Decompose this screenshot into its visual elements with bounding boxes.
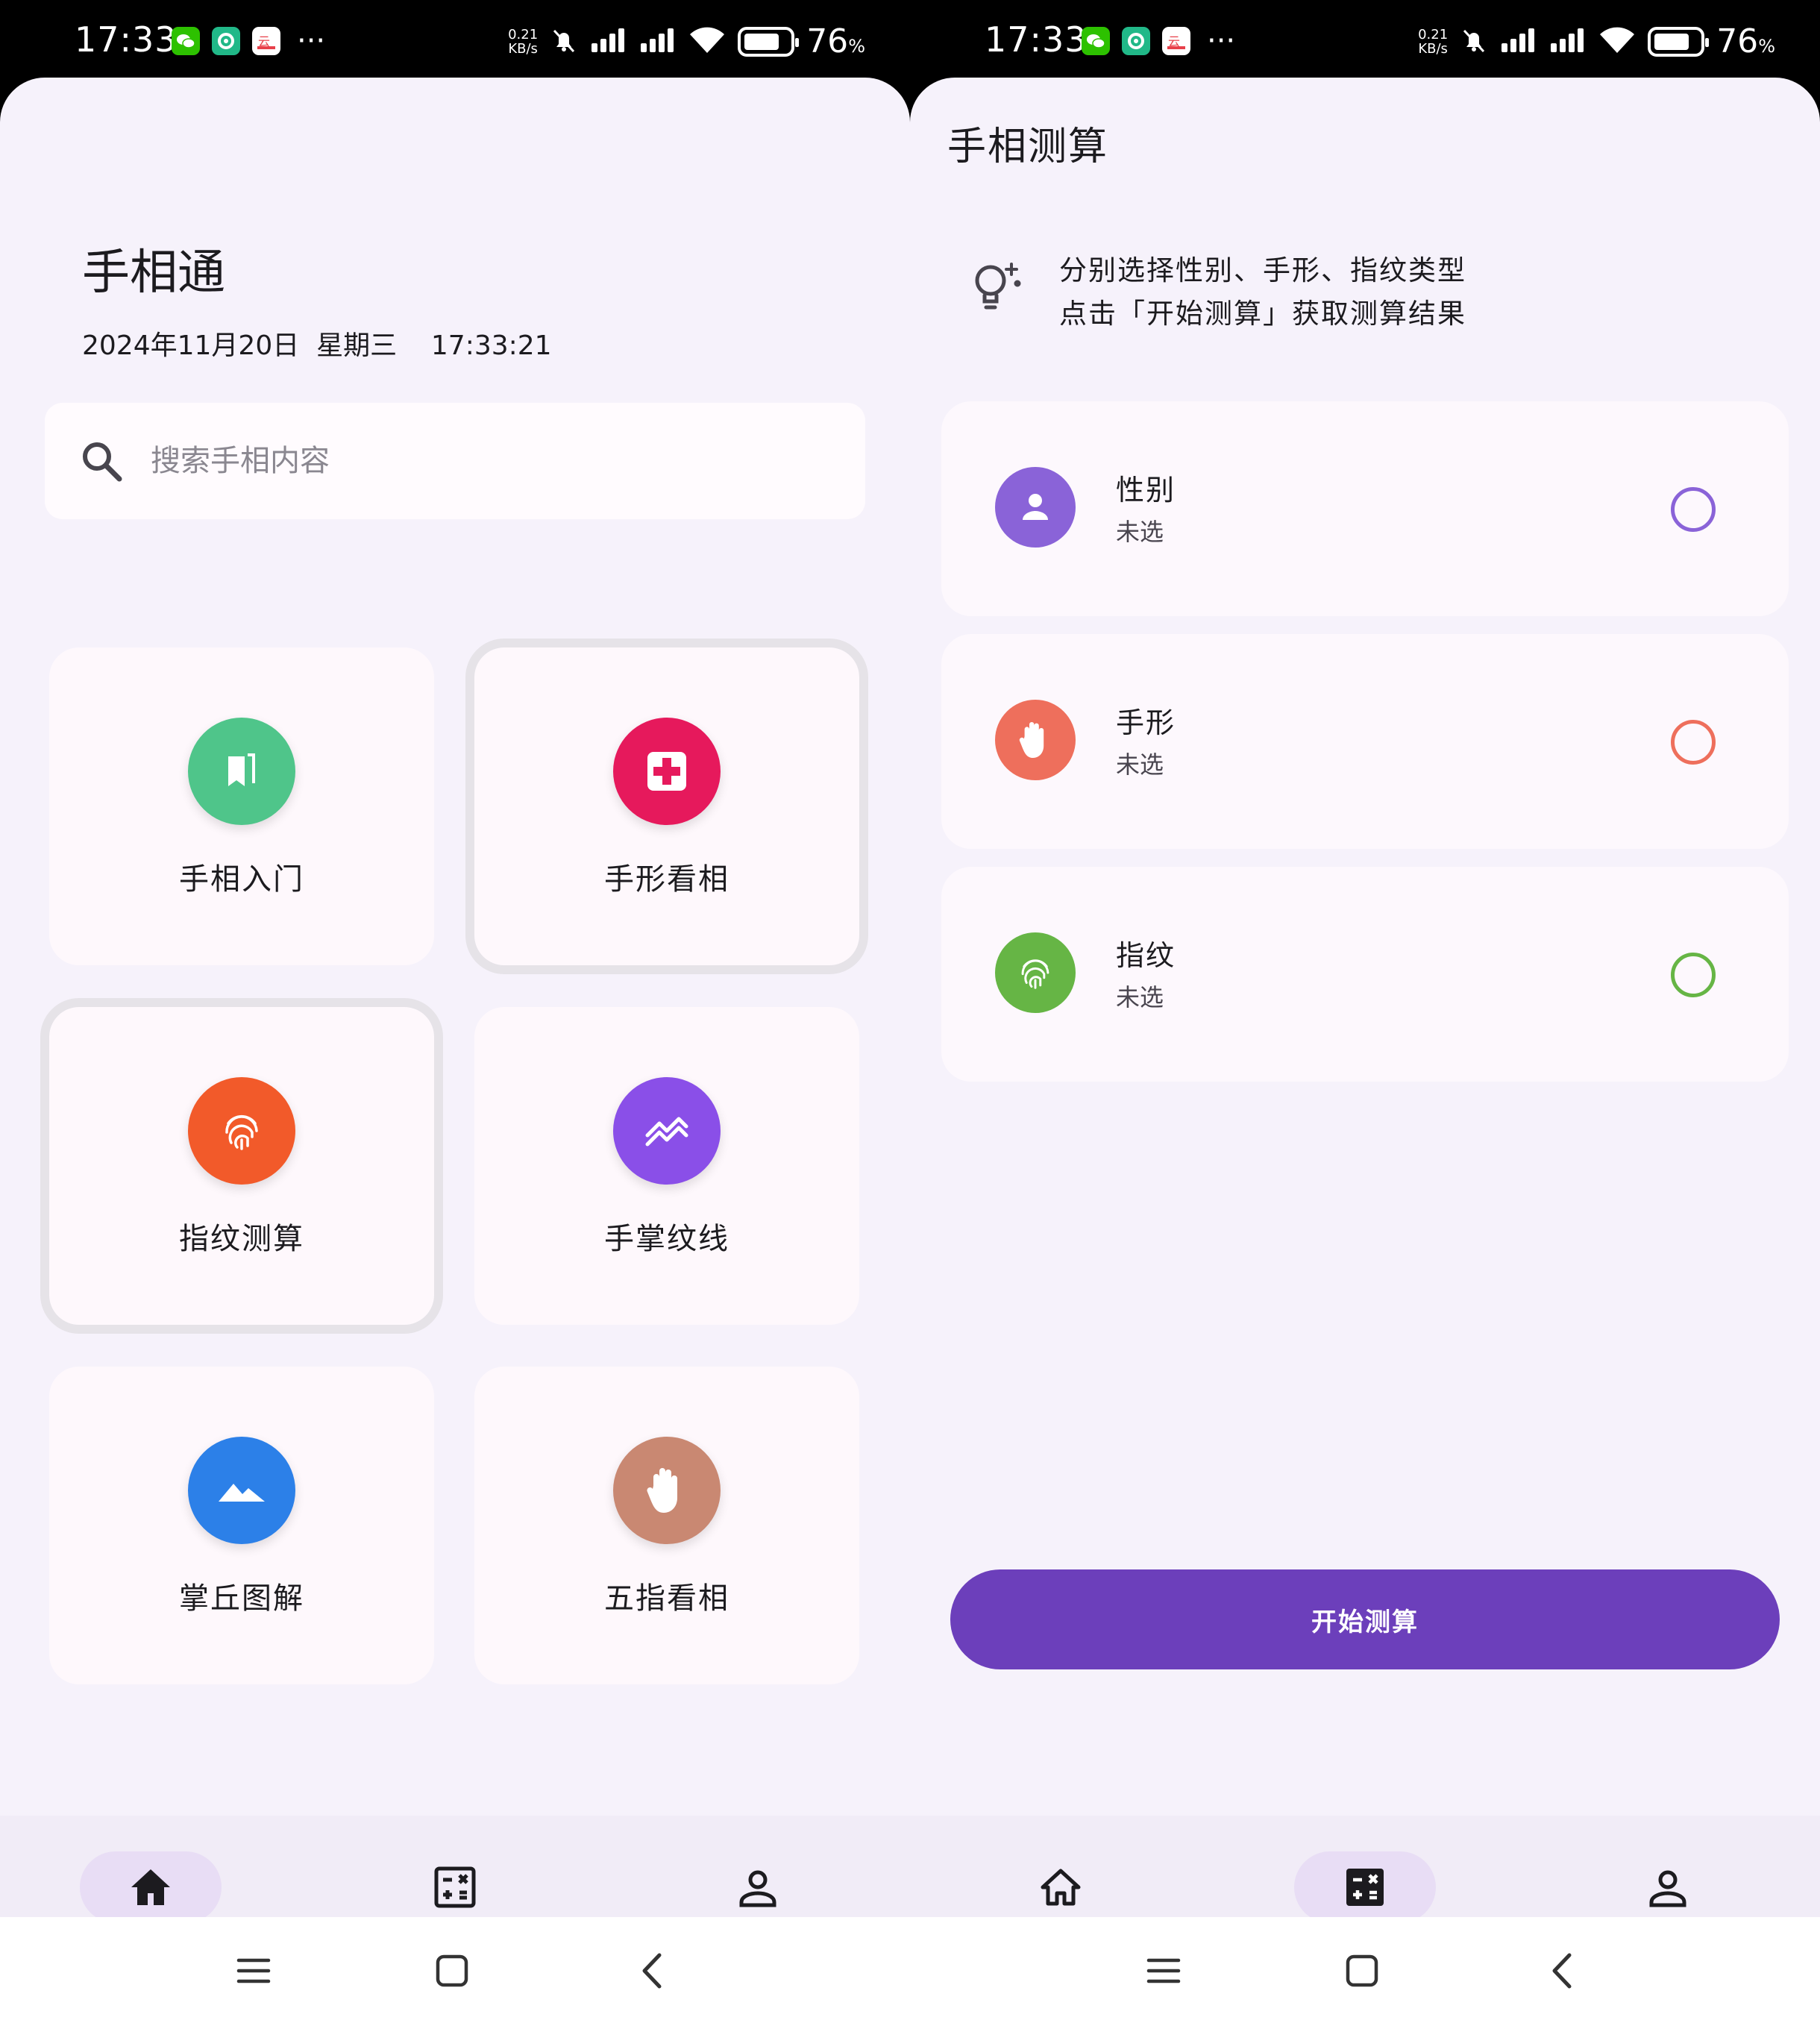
option-hand-shape[interactable]: 手形 未选 (941, 634, 1789, 849)
nav-home[interactable]: 主页 (76, 1851, 225, 1917)
battery-icon (738, 26, 800, 57)
option-fingerprint[interactable]: 指纹 未选 (941, 867, 1789, 1082)
calc-phone: 17:33 云 ··· 0.21 KB/s 76% 手相测算 分别选择性别、手形… (910, 0, 1820, 2023)
option-value: 未选 (1116, 750, 1164, 779)
search-bar[interactable] (45, 403, 865, 519)
home-screen: 手相通 2024年11月20日 星期三 17:33:21 手相入门 手形看相 (0, 78, 910, 1917)
person-icon (1597, 1851, 1739, 1917)
app-swirl-icon (1122, 27, 1150, 55)
tile-label: 五指看相 (604, 1581, 729, 1616)
hand-icon (613, 1437, 721, 1544)
wifi-icon (688, 26, 726, 57)
tile-palm-mounts[interactable]: 掌丘图解 (49, 1367, 434, 1684)
wechat-icon (1082, 27, 1110, 55)
notification-icons: 云 ··· (172, 24, 326, 58)
wifi-icon (1598, 26, 1636, 57)
back-icon[interactable] (630, 1948, 674, 1993)
signal-icon-1 (1500, 27, 1537, 57)
battery-percent: 76% (806, 22, 865, 60)
person-icon (995, 467, 1076, 548)
app-cloud-icon: 云 (252, 27, 280, 55)
tile-label: 指纹测算 (179, 1222, 304, 1256)
mountain-icon (188, 1437, 295, 1544)
notification-icons: 云 ··· (1082, 24, 1236, 58)
more-notifications-icon: ··· (297, 24, 326, 58)
fingerprint-radio[interactable] (1671, 953, 1716, 997)
fingerprint-icon (188, 1077, 295, 1185)
gender-radio[interactable] (1671, 487, 1716, 532)
lightbulb-icon (968, 257, 1025, 322)
calculator-icon (384, 1851, 526, 1917)
signal-icon-1 (590, 27, 627, 57)
search-icon (79, 439, 124, 486)
status-bar: 17:33 云 ··· 0.21 KB/s 76% (0, 0, 910, 82)
back-icon[interactable] (1540, 1948, 1584, 1993)
more-notifications-icon: ··· (1207, 24, 1236, 58)
signal-icon-2 (639, 27, 677, 57)
option-value: 未选 (1116, 518, 1164, 546)
start-calc-button[interactable]: 开始测算 (950, 1569, 1780, 1669)
lines-icon (613, 1077, 721, 1185)
tile-palm-intro[interactable]: 手相入门 (49, 647, 434, 965)
system-nav (0, 1917, 910, 2023)
nav-home[interactable]: 主页 (986, 1851, 1135, 1917)
calc-screen: 手相测算 分别选择性别、手形、指纹类型 点击「开始测算」获取测算结果 性别 未选… (910, 78, 1820, 1917)
status-time: 17:33 (75, 19, 178, 60)
status-right: 0.21 KB/s 76% (1418, 22, 1775, 60)
option-gender[interactable]: 性别 未选 (941, 401, 1789, 616)
mute-icon (1460, 26, 1488, 57)
menu-icon[interactable] (231, 1948, 276, 1993)
home-square-icon[interactable] (430, 1948, 474, 1993)
app-swirl-icon (212, 27, 240, 55)
nav-calc[interactable]: 测算 (1290, 1851, 1440, 1917)
option-value: 未选 (1116, 983, 1164, 1012)
system-nav (910, 1917, 1820, 2023)
home-outline-icon (990, 1851, 1132, 1917)
bottom-nav: 主页 测算 我的 (910, 1816, 1820, 1917)
network-speed: 0.21 KB/s (508, 26, 539, 57)
book-icon (188, 718, 295, 825)
current-datetime: 2024年11月20日 星期三 17:33:21 (82, 330, 552, 361)
calculator-icon (1294, 1851, 1436, 1917)
hospital-icon (613, 718, 721, 825)
tile-palm-lines[interactable]: 手掌纹线 (474, 1007, 859, 1325)
option-name: 手形 (1116, 706, 1176, 739)
menu-icon[interactable] (1141, 1948, 1186, 1993)
home-square-icon[interactable] (1340, 1948, 1384, 1993)
instruction-tip: 分别选择性别、手形、指纹类型 点击「开始测算」获取测算结果 (1059, 254, 1466, 330)
nav-mine[interactable]: 我的 (683, 1851, 832, 1917)
home-icon (80, 1851, 222, 1917)
battery-percent: 76% (1716, 22, 1775, 60)
nav-calc[interactable]: 测算 (380, 1851, 530, 1917)
tile-label: 手形看相 (604, 862, 729, 897)
tile-label: 手掌纹线 (604, 1222, 729, 1256)
person-icon (687, 1851, 829, 1917)
tile-five-fingers[interactable]: 五指看相 (474, 1367, 859, 1684)
app-cloud-icon: 云 (1162, 27, 1190, 55)
home-phone: 17:33 云 ··· 0.21 KB/s 76% 手相通 2024年11月20… (0, 0, 910, 2023)
hand-shape-radio[interactable] (1671, 720, 1716, 765)
mute-icon (550, 26, 578, 57)
fingerprint-icon (995, 932, 1076, 1013)
option-name: 性别 (1116, 474, 1176, 506)
tile-label: 手相入门 (179, 862, 304, 897)
search-input[interactable] (151, 433, 822, 489)
tile-label: 掌丘图解 (179, 1581, 304, 1616)
bottom-nav: 主页 测算 我的 (0, 1816, 910, 1917)
hand-icon (995, 700, 1076, 780)
status-time: 17:33 (985, 19, 1088, 60)
page-title: 手相测算 (947, 125, 1109, 169)
wechat-icon (172, 27, 200, 55)
app-title: 手相通 (82, 245, 225, 301)
tile-fingerprint-calc[interactable]: 指纹测算 (40, 998, 443, 1334)
nav-mine[interactable]: 我的 (1593, 1851, 1742, 1917)
network-speed: 0.21 KB/s (1418, 26, 1449, 57)
option-name: 指纹 (1116, 939, 1176, 972)
status-right: 0.21 KB/s 76% (508, 22, 865, 60)
status-bar: 17:33 云 ··· 0.21 KB/s 76% (910, 0, 1820, 82)
battery-icon (1648, 26, 1710, 57)
tile-hand-shape[interactable]: 手形看相 (465, 639, 868, 974)
signal-icon-2 (1549, 27, 1587, 57)
